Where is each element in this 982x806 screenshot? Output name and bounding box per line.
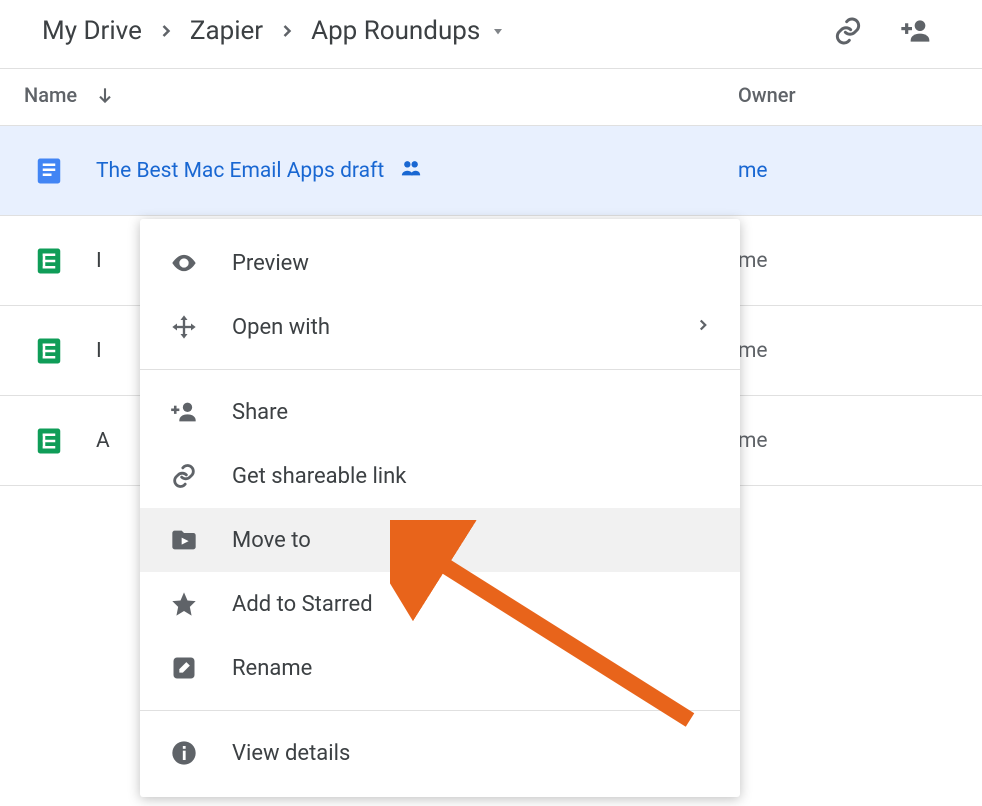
star-icon: [168, 588, 200, 620]
menu-label: Get shareable link: [232, 464, 712, 489]
col-header-name-label: Name: [24, 83, 77, 107]
info-icon: [168, 737, 200, 769]
chevron-right-icon: [154, 19, 178, 43]
eye-icon: [168, 247, 200, 279]
breadcrumb: My Drive Zapier App Roundups: [36, 12, 824, 50]
share-button[interactable]: [898, 13, 934, 49]
file-owner: me: [738, 339, 958, 363]
menu-item-add-star[interactable]: Add to Starred: [140, 572, 740, 636]
link-icon: [168, 460, 200, 492]
sheets-icon: [24, 426, 96, 456]
docs-icon: [24, 156, 96, 186]
toolbar: My Drive Zapier App Roundups: [0, 0, 982, 69]
file-name: I: [96, 339, 102, 363]
menu-label: Preview: [232, 251, 712, 276]
menu-item-move-to[interactable]: Move to: [140, 508, 740, 572]
breadcrumb-item-mydrive[interactable]: My Drive: [36, 12, 148, 50]
move-arrows-icon: [168, 311, 200, 343]
shared-icon: [400, 157, 422, 185]
file-owner: me: [738, 249, 958, 273]
file-name: A: [96, 429, 110, 453]
caret-down-icon: [490, 16, 506, 46]
menu-item-get-link[interactable]: Get shareable link: [140, 444, 740, 508]
menu-item-open-with[interactable]: Open with: [140, 295, 740, 359]
menu-divider: [140, 369, 740, 370]
menu-item-share[interactable]: Share: [140, 380, 740, 444]
get-link-button[interactable]: [830, 13, 866, 49]
chevron-right-icon: [275, 19, 299, 43]
menu-label: Open with: [232, 315, 662, 340]
file-row[interactable]: The Best Mac Email Apps draft me: [0, 126, 982, 216]
file-owner: me: [738, 429, 958, 453]
col-header-owner[interactable]: Owner: [738, 83, 958, 107]
context-menu: Preview Open with Share Get shareable li…: [140, 219, 740, 797]
menu-item-rename[interactable]: Rename: [140, 636, 740, 700]
file-name: The Best Mac Email Apps draft: [96, 159, 384, 183]
menu-divider: [140, 710, 740, 711]
col-header-name[interactable]: Name: [24, 83, 738, 107]
breadcrumb-current-label: App Roundups: [311, 16, 480, 46]
menu-item-preview[interactable]: Preview: [140, 231, 740, 295]
menu-item-view-details[interactable]: View details: [140, 721, 740, 785]
toolbar-actions: [830, 13, 958, 49]
menu-label: Add to Starred: [232, 592, 712, 617]
menu-label: Move to: [232, 528, 712, 553]
sheets-icon: [24, 246, 96, 276]
breadcrumb-item-zapier[interactable]: Zapier: [184, 12, 269, 50]
menu-label: Rename: [232, 656, 712, 681]
menu-label: View details: [232, 741, 712, 766]
breadcrumb-current-folder[interactable]: App Roundups: [305, 12, 512, 50]
menu-label: Share: [232, 400, 712, 425]
folder-move-icon: [168, 524, 200, 556]
chevron-right-icon: [694, 315, 712, 340]
sheets-icon: [24, 336, 96, 366]
arrow-down-icon: [95, 85, 115, 105]
column-headers: Name Owner: [0, 69, 982, 126]
file-owner: me: [738, 159, 958, 183]
file-name: I: [96, 249, 102, 273]
file-name-cell: The Best Mac Email Apps draft: [96, 157, 738, 185]
rename-icon: [168, 652, 200, 684]
add-person-icon: [168, 396, 200, 428]
